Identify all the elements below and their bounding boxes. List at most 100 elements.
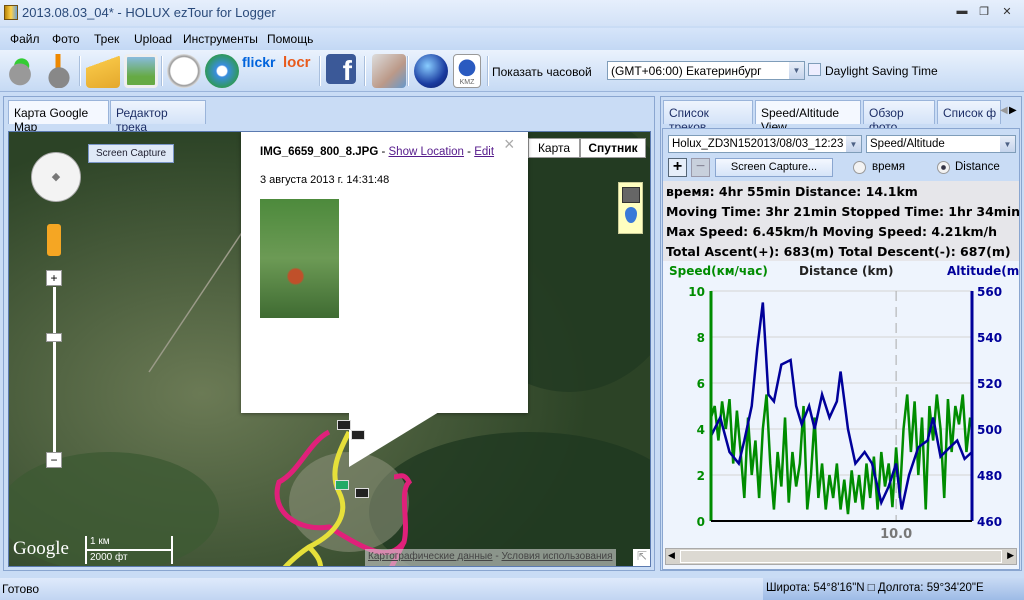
photo-album-icon[interactable] [124, 54, 158, 88]
menu-track[interactable]: Трек [94, 32, 119, 46]
zoom-out-button[interactable]: − [46, 452, 62, 468]
altitude-axis-title: Altitude(m) [947, 264, 1019, 278]
export-icon[interactable] [372, 54, 406, 88]
altitude-tick-label: 520 [977, 377, 1002, 391]
speed-tick-label: 10 [688, 285, 705, 299]
scale-bar: 1 км 2000 фт [85, 536, 173, 564]
altitude-tick-label: 560 [977, 285, 1002, 299]
menu-file[interactable]: Файл [10, 32, 40, 46]
close-button[interactable]: ✕ [998, 5, 1016, 19]
camera-icon[interactable] [337, 420, 351, 430]
scroll-right-icon[interactable]: ▶ [1007, 550, 1014, 561]
view-select[interactable]: Speed/Altitude ▼ [866, 135, 1016, 153]
tab-photo-list[interactable]: Список ф [937, 100, 1001, 124]
dst-checkbox[interactable] [808, 63, 821, 76]
selected-camera-icon[interactable] [335, 480, 349, 490]
tab-scroll-right-icon[interactable]: ▶ [1009, 105, 1017, 116]
radio-distance[interactable] [937, 161, 950, 174]
speed-tick-label: 2 [697, 469, 705, 483]
screen-capture-button[interactable]: Screen Capture... [715, 158, 833, 177]
popup-close-icon[interactable]: × [504, 134, 515, 155]
street-view-pegman-icon[interactable] [47, 224, 61, 256]
speed-tick-label: 0 [697, 515, 705, 529]
window-title: 2013.08.03_04* - HOLUX ezTour for Logger [22, 5, 276, 20]
zoom-in-button[interactable]: + [668, 158, 687, 177]
open-photos-icon[interactable] [86, 54, 120, 88]
view-select-value: Speed/Altitude [870, 138, 945, 150]
tab-google-map[interactable]: Карта Google Map [8, 100, 109, 134]
map-data-link[interactable]: Картографические данные [368, 551, 493, 562]
chevron-down-icon: ▼ [846, 136, 861, 152]
zoom-slider-handle[interactable] [46, 333, 62, 342]
radio-time[interactable] [853, 161, 866, 174]
menu-help[interactable]: Помощь [267, 32, 313, 46]
stats-box: время: 4hr 55min Distance: 14.1km Moving… [663, 181, 1020, 261]
scroll-left-icon[interactable]: ◀ [668, 550, 675, 561]
film-clapper-icon[interactable] [622, 187, 640, 203]
horizontal-scrollbar[interactable]: ◀ ▶ [665, 548, 1017, 565]
photo-thumbnail[interactable] [260, 199, 339, 318]
info-window-tail [349, 412, 439, 467]
speed-tick-label: 6 [697, 377, 705, 391]
menu-tools[interactable]: Инструменты [183, 32, 258, 46]
edit-link[interactable]: Edit [474, 146, 494, 158]
google-earth-icon[interactable] [414, 54, 448, 88]
stat-time-distance: время: 4hr 55min Distance: 14.1km [666, 184, 918, 199]
pan-control[interactable]: ◆ [31, 152, 81, 202]
timezone-label: Показать часовой [492, 65, 592, 79]
map-type-map[interactable]: Карта [528, 138, 580, 158]
timezone-select[interactable]: (GMT+06:00) Екатеринбург ▼ [607, 61, 805, 80]
flickr-icon[interactable]: flickr [242, 54, 276, 88]
web-album-icon[interactable] [205, 54, 239, 88]
toolbar-separator [487, 56, 489, 86]
menu-upload[interactable]: Upload [134, 32, 172, 46]
map-pin-icon[interactable] [625, 207, 637, 223]
tab-speed-altitude[interactable]: Speed/Altitude View [755, 100, 861, 134]
tab-track-editor[interactable]: Редактор трека [110, 100, 206, 134]
import-gps-icon[interactable] [3, 54, 37, 88]
google-logo: Google [13, 538, 69, 559]
locr-icon[interactable]: locr [283, 54, 317, 88]
tab-photo-overview[interactable]: Обзор фото [863, 100, 935, 134]
menu-bar: Файл Фото Трек Upload Инструменты Помощь [0, 28, 1024, 50]
facebook-icon[interactable]: f [326, 54, 356, 86]
x-tick-label: 10.0 [880, 527, 912, 542]
clock-icon[interactable] [167, 54, 201, 88]
menu-photo[interactable]: Фото [52, 32, 80, 46]
separator: - [492, 551, 502, 562]
restore-button[interactable]: ❐ [975, 5, 993, 19]
terms-link[interactable]: Условия использования [502, 551, 613, 562]
radio-time-label: время [872, 161, 906, 173]
screen-capture-button[interactable]: Screen Capture [88, 144, 175, 163]
scrollbar-thumb[interactable] [680, 550, 1002, 563]
map-view[interactable]: ◆ + − Screen Capture Карта Спутник IMG_6… [8, 131, 651, 567]
chevron-down-icon: ▼ [789, 62, 804, 79]
stat-ascent-descent: Total Ascent(+): 683(m) Total Descent(-)… [666, 244, 1011, 259]
altitude-tick-label: 480 [977, 469, 1002, 483]
photo-info-window: IMG_6659_800_8.JPG - Show Location - Edi… [241, 132, 528, 413]
camera-icon[interactable] [351, 430, 365, 440]
toolbar-separator [161, 56, 163, 86]
stat-speeds: Max Speed: 6.45km/h Moving Speed: 4.21km… [666, 224, 997, 239]
kmz-icon[interactable]: KMZ [453, 54, 481, 88]
show-location-link[interactable]: Show Location [389, 146, 464, 158]
timezone-value: (GMT+06:00) Екатеринбург [611, 64, 762, 78]
speed-altitude-chart[interactable]: Speed(км/час) Distance (km) Altitude(m) 0 2 4… [663, 263, 1019, 545]
minimize-button[interactable]: ▬ [953, 5, 971, 19]
separator: - [378, 146, 389, 158]
photo-toggle-icons[interactable] [618, 182, 643, 234]
speed-tick-label: 8 [697, 331, 705, 345]
map-type-satellite[interactable]: Спутник [580, 138, 646, 158]
photo-date: 3 августа 2013 г. 14:31:48 [260, 174, 390, 186]
camera-icon[interactable] [355, 488, 369, 498]
overview-map-toggle-icon[interactable]: ⇱ [633, 549, 650, 566]
altitude-tick-label: 500 [977, 423, 1002, 437]
zoom-out-button[interactable]: − [691, 158, 710, 177]
zoom-in-button[interactable]: + [46, 270, 62, 286]
zoom-slider[interactable] [53, 287, 56, 457]
photo-filename: IMG_6659_800_8.JPG [260, 146, 379, 158]
tab-track-list[interactable]: Список треков [663, 100, 753, 134]
track-select[interactable]: Holux_ZD3N152013/08/03_12:23 ▼ [668, 135, 862, 153]
device-settings-icon[interactable] [42, 54, 76, 88]
tab-scroll-left-icon[interactable]: ◀ [1000, 105, 1008, 116]
